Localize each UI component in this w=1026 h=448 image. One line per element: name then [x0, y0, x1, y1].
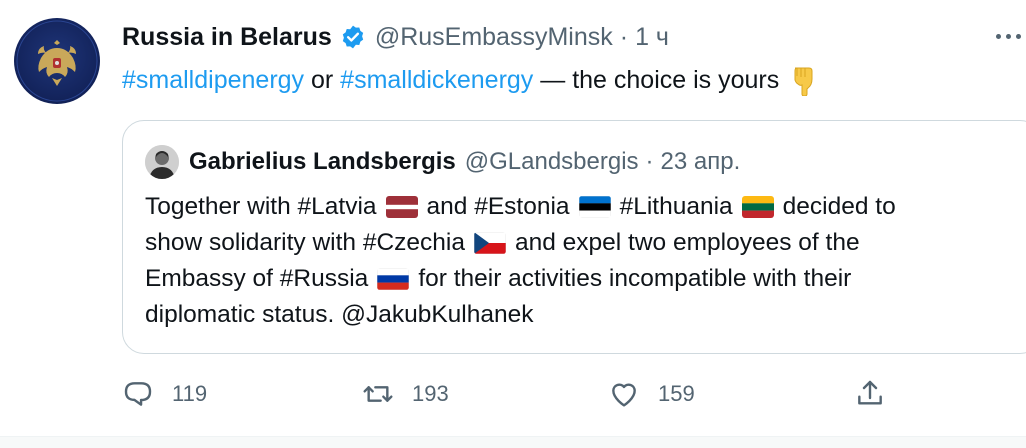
quoted-header-separator: ·	[645, 148, 654, 175]
quoted-author-avatar[interactable]	[145, 145, 179, 179]
share-icon	[858, 380, 882, 405]
retweet-count: 193	[412, 381, 449, 406]
quoted-text-segment: decided to	[782, 193, 896, 220]
quoted-text-line: Together with #Latvia and #Estonia #Lith…	[145, 189, 1026, 225]
tweet-text: #smalldipenergy or #smalldickenergy — th…	[122, 62, 817, 98]
reply-count: 119	[172, 381, 208, 406]
quoted-author-handle[interactable]: @GLandsbergis	[465, 148, 639, 176]
quoted-text-segment: #Lithuania	[619, 193, 733, 220]
hashtag-link[interactable]: #smalldickenergy	[340, 62, 533, 98]
quoted-text-line: Embassy of #Russia for their activities …	[145, 261, 1026, 297]
quoted-text-segment: for their activities incompatible with t…	[418, 265, 852, 292]
author-display-name[interactable]: Russia in Belarus	[122, 23, 332, 52]
tweet[interactable]: Russia in Belarus @RusEmbassyMinsk · 1 ч…	[0, 0, 1026, 448]
russia-flag-icon	[377, 268, 410, 290]
quoted-text-line: diplomatic status. @JakubKulhanek	[145, 297, 1026, 333]
author-handle[interactable]: @RusEmbassyMinsk	[375, 23, 613, 52]
quoted-tweet-header: Gabrielius Landsbergis @GLandsbergis · 2…	[189, 145, 740, 179]
quoted-text-segment: diplomatic status. @JakubKulhanek	[145, 301, 534, 328]
quoted-text-segment: and expel two employees of the	[515, 229, 860, 256]
estonia-flag-icon	[578, 196, 611, 218]
double-headed-eagle-icon	[16, 20, 98, 102]
hashtag-link[interactable]: #smalldipenergy	[122, 62, 304, 98]
next-tweet-edge	[0, 437, 1026, 448]
tweet-header: Russia in Belarus @RusEmbassyMinsk · 1 ч	[122, 20, 669, 54]
reply-button[interactable]: 119	[122, 372, 207, 416]
retweet-button[interactable]: 193	[362, 372, 449, 416]
tweet-actions: 119 193 159	[122, 372, 902, 416]
share-button[interactable]	[854, 372, 886, 416]
lithuania-flag-icon	[741, 196, 774, 218]
quoted-tweet-timestamp[interactable]: 23 апр.	[661, 148, 741, 176]
quoted-text-segment: Together with #Latvia	[145, 193, 377, 220]
quoted-text-line: show solidarity with #Czechia and expel …	[145, 225, 1026, 261]
like-count: 159	[658, 381, 695, 406]
czechia-flag-icon	[474, 232, 506, 254]
header-separator: ·	[619, 22, 629, 51]
retweet-icon	[363, 386, 393, 402]
verified-badge-icon	[340, 24, 366, 50]
heart-icon	[612, 383, 636, 407]
quoted-tweet[interactable]: Gabrielius Landsbergis @GLandsbergis · 2…	[122, 120, 1026, 354]
reply-icon	[124, 382, 152, 406]
quoted-text-segment: show solidarity with #Czechia	[145, 229, 465, 256]
tweet-text-connector: or	[304, 66, 341, 94]
quoted-author-display-name[interactable]: Gabrielius Landsbergis	[189, 148, 456, 176]
tweet-text-rest: — the choice is yours	[533, 66, 780, 94]
latvia-flag-icon	[385, 196, 418, 218]
quoted-text-segment: Embassy of #Russia	[145, 265, 369, 292]
quoted-tweet-text: Together with #Latvia and #Estonia #Lith…	[145, 189, 1026, 333]
like-button[interactable]: 159	[608, 372, 695, 416]
author-avatar[interactable]	[14, 18, 100, 104]
tweet-timestamp[interactable]: 1 ч	[635, 23, 669, 52]
quoted-text-segment: and #Estonia	[426, 193, 570, 220]
pointing-down-hand-icon	[789, 64, 817, 96]
more-options-icon[interactable]	[996, 28, 1026, 44]
